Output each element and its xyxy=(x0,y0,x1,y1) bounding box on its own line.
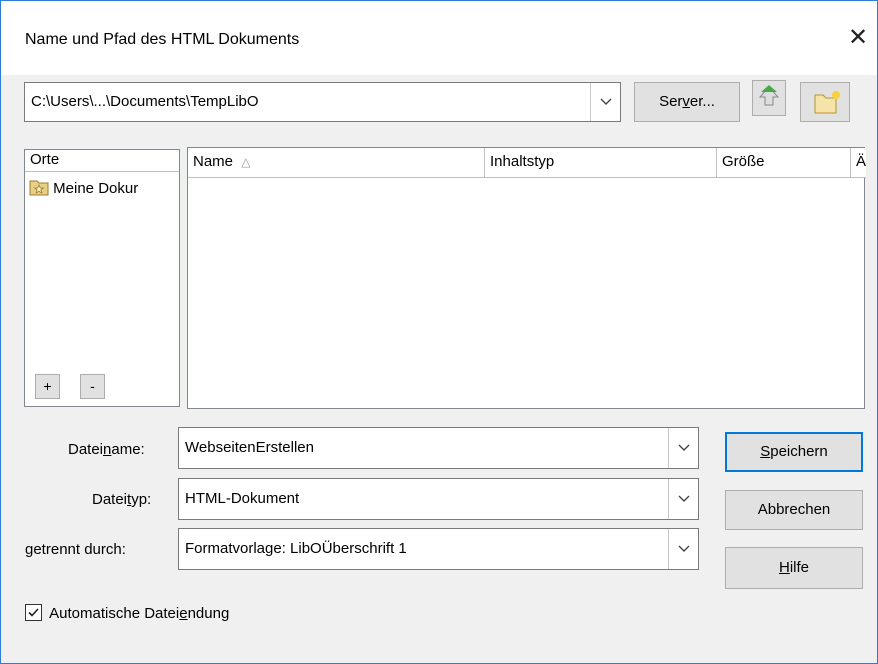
save-button[interactable]: Speichern xyxy=(725,432,863,472)
separated-by-combobox[interactable]: Formatvorlage: LibOÜberschrift 1 xyxy=(178,528,699,570)
remove-place-button[interactable]: - xyxy=(80,374,105,399)
chevron-down-icon xyxy=(678,545,690,552)
column-header-size[interactable]: Größe xyxy=(717,148,851,178)
places-item-label: Meine Dokur xyxy=(53,180,139,197)
cancel-button[interactable]: Abbrechen xyxy=(725,490,863,530)
filetype-label: Dateityp: xyxy=(92,491,152,508)
sort-ascending-icon: △ xyxy=(241,155,251,169)
filename-label: Dateiname: xyxy=(68,441,145,458)
new-folder-icon xyxy=(814,91,840,114)
chevron-down-icon xyxy=(678,495,690,502)
dialog-title: Name und Pfad des HTML Dokuments xyxy=(25,31,300,48)
filetype-select[interactable]: HTML-Dokument xyxy=(185,479,299,519)
server-button[interactable]: Server... xyxy=(634,82,740,122)
close-icon[interactable]: ✕ xyxy=(843,23,873,53)
path-combobox[interactable]: C:\Users\...\Documents\TempLibO xyxy=(24,82,621,122)
filename-combobox[interactable]: WebseitenErstellen xyxy=(178,427,699,469)
column-header-modified[interactable]: Ä xyxy=(851,148,866,178)
checkmark-icon xyxy=(28,608,39,617)
filetype-combobox[interactable]: HTML-Dokument xyxy=(178,478,699,520)
filename-dropdown-button[interactable] xyxy=(668,428,698,468)
help-button[interactable]: Hilfe xyxy=(725,547,863,589)
auto-extension-option[interactable]: Automatische Dateiendung xyxy=(25,602,229,626)
separated-by-label: getrennt durch: xyxy=(25,541,126,558)
favorites-folder-icon xyxy=(29,180,49,196)
chevron-down-icon xyxy=(678,444,690,451)
auto-extension-checkbox[interactable] xyxy=(25,604,42,621)
path-input[interactable]: C:\Users\...\Documents\TempLibO xyxy=(31,83,259,121)
column-header-content-type[interactable]: Inhaltstyp xyxy=(485,148,717,178)
chevron-down-icon xyxy=(600,98,612,105)
auto-extension-label: Automatische Dateiendung xyxy=(49,605,230,622)
places-item-my-documents[interactable]: Meine Dokur xyxy=(29,177,138,201)
up-level-button[interactable] xyxy=(752,80,786,116)
new-folder-button[interactable] xyxy=(800,82,850,122)
title-bar: Name und Pfad des HTML Dokuments ✕ xyxy=(1,1,877,75)
filename-input[interactable]: WebseitenErstellen xyxy=(185,428,314,468)
separated-by-select[interactable]: Formatvorlage: LibOÜberschrift 1 xyxy=(185,529,407,569)
column-header-name[interactable]: Name △ xyxy=(188,148,485,178)
path-dropdown-button[interactable] xyxy=(590,83,620,121)
places-panel: Orte Meine Dokur + - xyxy=(24,149,180,407)
dialog-body: C:\Users\...\Documents\TempLibO Server..… xyxy=(1,75,877,663)
file-list[interactable]: Name △ Inhaltstyp Größe Ä xyxy=(187,147,866,409)
save-dialog: Name und Pfad des HTML Dokuments ✕ C:\Us… xyxy=(0,0,878,664)
folder-up-icon xyxy=(758,85,780,106)
places-header: Orte xyxy=(25,150,179,172)
separated-by-dropdown-button[interactable] xyxy=(668,529,698,569)
filetype-dropdown-button[interactable] xyxy=(668,479,698,519)
add-place-button[interactable]: + xyxy=(35,374,60,399)
